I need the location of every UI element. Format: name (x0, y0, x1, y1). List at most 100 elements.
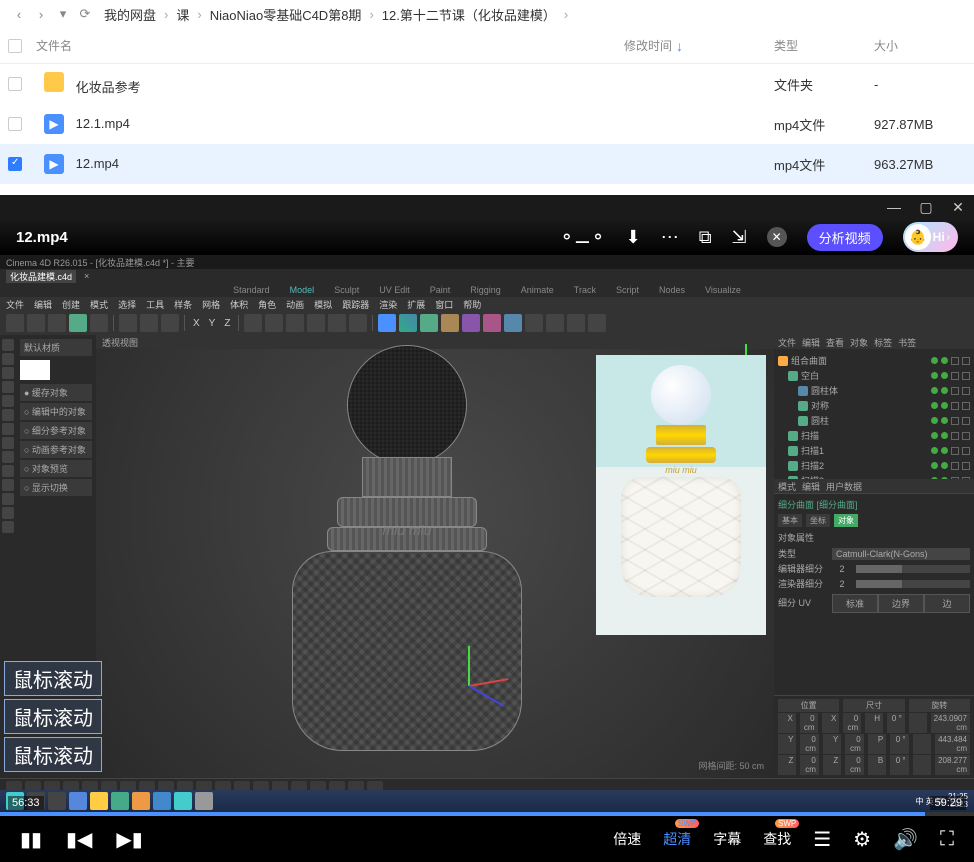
panel-tab[interactable]: 书签 (898, 336, 916, 349)
mode-tab[interactable]: Rigging (470, 285, 501, 295)
taskview-icon[interactable] (48, 792, 66, 810)
coord-cell[interactable]: B (868, 755, 886, 775)
app-icon[interactable] (195, 792, 213, 810)
mode-tab[interactable]: Sculpt (334, 285, 359, 295)
panel-tab[interactable]: 查看 (826, 336, 844, 349)
settings-icon[interactable]: ⚙ (853, 827, 871, 852)
pause-button[interactable]: ▮▮ (20, 827, 42, 852)
coord-cell[interactable]: H (865, 713, 883, 733)
app-icon[interactable] (153, 792, 171, 810)
coord-cell[interactable]: 0 ° (890, 755, 908, 775)
subtitle-button[interactable]: 字幕 (713, 829, 741, 849)
tool-icon[interactable] (140, 314, 158, 332)
row-checkbox[interactable] (8, 157, 22, 171)
tool-icon[interactable] (349, 314, 367, 332)
tool-icon[interactable] (399, 314, 417, 332)
viewport[interactable]: 透视视图 miu miu (96, 335, 774, 778)
find-button[interactable]: SWP 查找 (763, 829, 791, 849)
tool-icon[interactable] (69, 314, 87, 332)
prev-button[interactable]: ▮◀ (66, 827, 92, 852)
tree-item[interactable]: 扫描 (778, 428, 970, 443)
nav-refresh[interactable]: ⟳ (74, 3, 96, 25)
tool-icon[interactable] (378, 314, 396, 332)
tree-item[interactable]: 圆柱 (778, 413, 970, 428)
tool-icon[interactable] (420, 314, 438, 332)
menu-item[interactable]: 样条 (174, 298, 192, 311)
attr-tab[interactable]: 基本 (778, 514, 802, 527)
tab-close-icon[interactable]: × (84, 271, 89, 281)
tool-icon[interactable] (2, 507, 14, 519)
panel-option[interactable]: ○ 对象预览 (20, 460, 92, 477)
coord-cell[interactable]: X (822, 713, 840, 733)
col-type[interactable]: 类型 (774, 37, 874, 54)
app-icon[interactable] (90, 792, 108, 810)
tool-icon[interactable] (286, 314, 304, 332)
tool-icon[interactable] (328, 314, 346, 332)
coord-cell[interactable]: Y (778, 734, 796, 754)
tree-item[interactable]: 圆柱体 (778, 383, 970, 398)
tool-icon[interactable] (2, 381, 14, 393)
col-size[interactable]: 大小 (874, 37, 974, 54)
attr-tab[interactable]: 对象 (834, 514, 858, 527)
tool-icon[interactable] (2, 521, 14, 533)
quality-button[interactable]: SWP 超清 (663, 829, 691, 849)
app-icon[interactable] (111, 792, 129, 810)
col-name[interactable]: 文件名 (32, 37, 624, 54)
coord-cell[interactable]: 0 ° (890, 734, 908, 754)
axis-x[interactable]: X (193, 318, 200, 329)
coord-cell[interactable]: 243.0907 cm (931, 713, 970, 733)
tool-icon[interactable] (48, 314, 66, 332)
coord-cell[interactable]: 208.277 cm (935, 755, 970, 775)
volume-icon[interactable]: 🔊 (893, 827, 918, 852)
tool-icon[interactable] (462, 314, 480, 332)
attr-button[interactable]: 边界 (878, 594, 924, 613)
menu-item[interactable]: 模式 (90, 298, 108, 311)
coord-cell[interactable] (913, 755, 931, 775)
tool-icon[interactable] (2, 339, 14, 351)
row-checkbox[interactable] (8, 77, 22, 91)
tool-icon[interactable] (2, 437, 14, 449)
attr-header-tab[interactable]: 编辑 (802, 480, 820, 493)
tool-icon[interactable] (2, 395, 14, 407)
tool-icon[interactable] (483, 314, 501, 332)
tool-icon[interactable] (525, 314, 543, 332)
tool-icon[interactable] (567, 314, 585, 332)
coord-cell[interactable]: 0 cm (843, 713, 861, 733)
coord-tab[interactable]: 旋转 (909, 699, 970, 712)
tool-icon[interactable] (2, 423, 14, 435)
coord-cell[interactable]: 443.484 cm (935, 734, 970, 754)
analyze-video-button[interactable]: 分析视频 (807, 224, 883, 251)
tool-icon[interactable] (2, 409, 14, 421)
axis-z[interactable]: Z (224, 318, 230, 329)
mode-tab[interactable]: Standard (233, 285, 270, 295)
playback-speed[interactable]: 倍速 (613, 829, 641, 849)
breadcrumb-item[interactable]: 我的网盘 (104, 5, 156, 24)
app-icon[interactable] (69, 792, 87, 810)
mode-tab[interactable]: UV Edit (379, 285, 410, 295)
tool-icon[interactable] (27, 314, 45, 332)
tool-icon[interactable] (546, 314, 564, 332)
fullscreen-icon[interactable]: ⛶ (940, 828, 954, 851)
nav-forward[interactable]: › (30, 3, 52, 25)
coord-cell[interactable] (909, 713, 927, 733)
file-row[interactable]: 化妆品参考 文件夹 - (0, 64, 974, 104)
tree-item[interactable]: 扫描1 (778, 443, 970, 458)
playlist-icon[interactable]: ☰ (813, 827, 831, 852)
menu-item[interactable]: 工具 (146, 298, 164, 311)
coord-cell[interactable]: X (778, 713, 796, 733)
coord-cell[interactable]: 0 ° (887, 713, 905, 733)
attr-button[interactable]: 标准 (832, 594, 878, 613)
attr-header-tab[interactable]: 用户数据 (826, 480, 862, 493)
tool-icon[interactable] (441, 314, 459, 332)
tool-icon[interactable] (90, 314, 108, 332)
coord-cell[interactable]: Y (823, 734, 841, 754)
app-icon[interactable] (174, 792, 192, 810)
tree-item[interactable]: 空白 (778, 368, 970, 383)
attr-button[interactable]: 边 (924, 594, 970, 613)
panel-tab[interactable]: 编辑 (802, 336, 820, 349)
coord-cell[interactable] (913, 734, 931, 754)
axis-y[interactable]: Y (209, 318, 216, 329)
menu-item[interactable]: 网格 (202, 298, 220, 311)
attr-select[interactable]: Catmull-Clark(N-Gons) (832, 548, 970, 560)
select-all-checkbox[interactable] (8, 39, 22, 53)
